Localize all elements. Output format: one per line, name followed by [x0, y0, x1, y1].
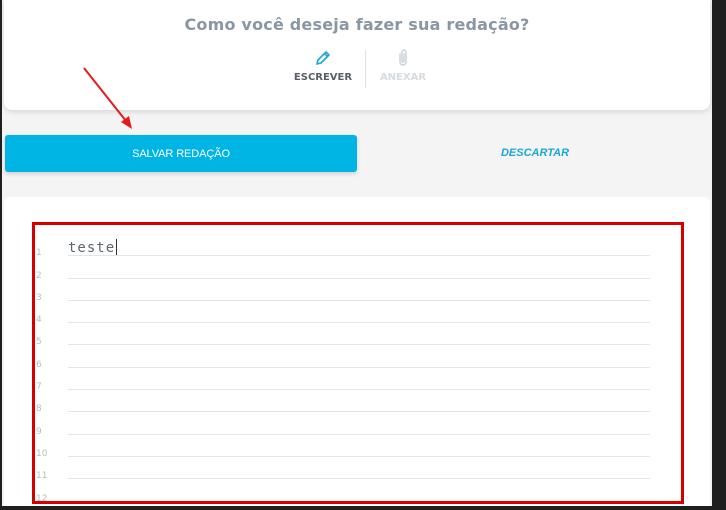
- annotation-highlight-box: [32, 222, 684, 504]
- annotation-arrow-icon: [83, 67, 132, 129]
- mode-option-write-label: ESCREVER: [293, 72, 353, 83]
- discard-link[interactable]: DESCARTAR: [465, 147, 605, 159]
- mode-option-write[interactable]: ESCREVER: [278, 48, 368, 83]
- mode-selector-title: Como você deseja fazer sua redação?: [184, 15, 530, 34]
- window-edge-bottom: [0, 506, 726, 510]
- mode-option-attach[interactable]: ANEXAR: [358, 48, 448, 83]
- viewport: Como você deseja fazer sua redação? ESCR…: [0, 0, 726, 510]
- window-edge-right: [712, 0, 726, 510]
- save-essay-button[interactable]: SALVAR REDAÇÃO: [5, 135, 357, 172]
- page: Como você deseja fazer sua redação? ESCR…: [0, 0, 712, 510]
- mode-option-attach-label: ANEXAR: [379, 72, 427, 83]
- paperclip-icon: [358, 48, 448, 68]
- pencil-icon: [278, 48, 368, 68]
- window-edge-left: [0, 0, 2, 510]
